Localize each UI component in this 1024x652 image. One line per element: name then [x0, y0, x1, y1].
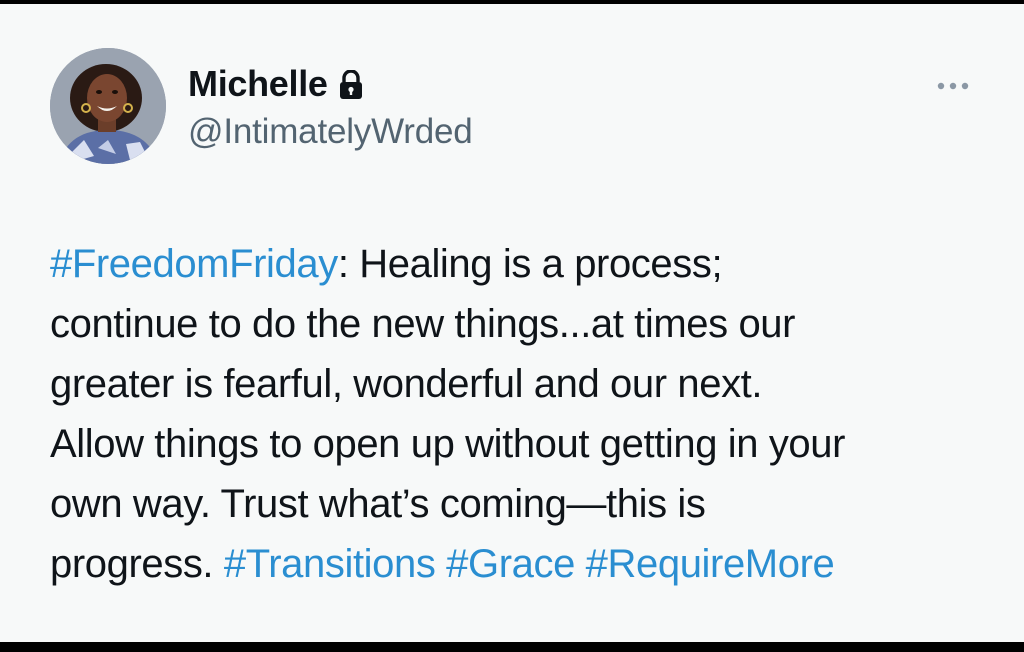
- lock-icon: [338, 69, 364, 100]
- more-options-button[interactable]: [928, 68, 978, 104]
- hashtag-link[interactable]: #Transitions: [224, 542, 436, 586]
- author-name-row[interactable]: Michelle: [188, 60, 364, 108]
- tweet-line-2: continue to do the new things...at times…: [50, 302, 796, 346]
- tweet-line-4: Allow things to open up without getting …: [50, 422, 846, 466]
- more-horizontal-icon: [937, 82, 969, 90]
- tweet-text-segment: : Healing is a process;: [337, 242, 723, 286]
- display-name[interactable]: Michelle: [188, 63, 328, 105]
- hashtag-link[interactable]: #RequireMore: [586, 542, 835, 586]
- author-handle[interactable]: @IntimatelyWrded: [188, 112, 473, 152]
- tweet-line-6: progress. #Transitions #Grace #RequireMo…: [50, 534, 1000, 594]
- tweet-line-3: greater is fearful, wonderful and our ne…: [50, 362, 763, 406]
- hashtag-link[interactable]: #Grace: [446, 542, 575, 586]
- tweet-line-1: #FreedomFriday: Healing is a process;: [50, 234, 1000, 294]
- hashtag-link[interactable]: #FreedomFriday: [50, 242, 338, 286]
- screenshot-frame: Michelle @IntimatelyWrded #FreedomFriday…: [0, 0, 1024, 652]
- tweet-text-segment: progress.: [50, 542, 214, 586]
- avatar-image: [50, 48, 166, 164]
- tweet-card[interactable]: Michelle @IntimatelyWrded #FreedomFriday…: [0, 4, 1024, 642]
- profile-avatar[interactable]: [50, 48, 166, 164]
- tweet-line-5: own way. Trust what’s coming—this is: [50, 482, 706, 526]
- tweet-text: #FreedomFriday: Healing is a process; co…: [50, 234, 1000, 594]
